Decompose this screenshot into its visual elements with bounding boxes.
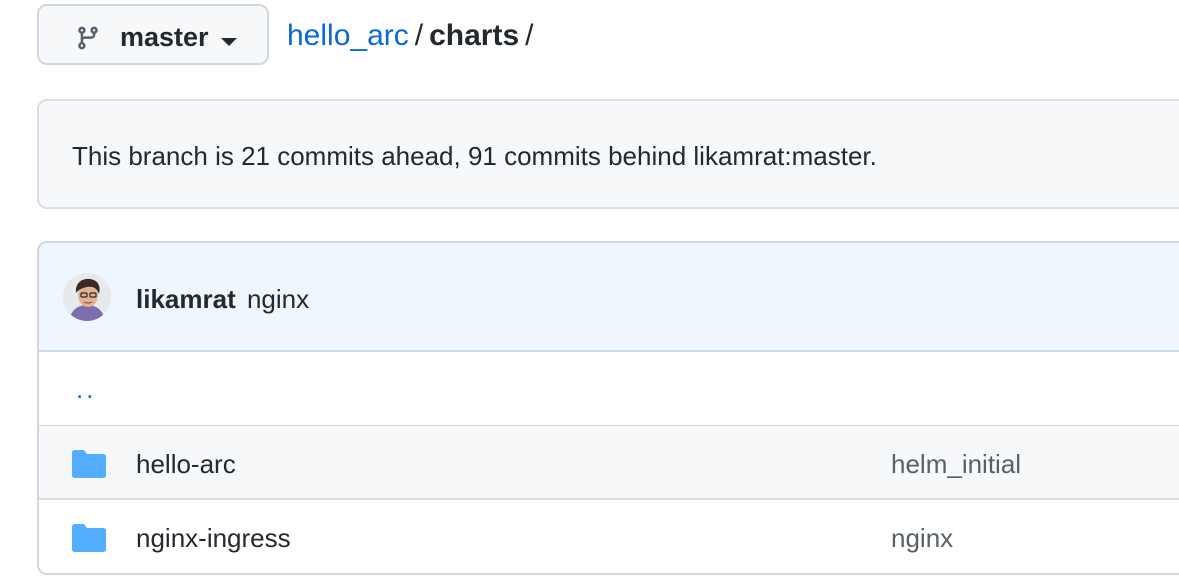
breadcrumb-current-folder: charts [429,19,520,52]
file-browser-page: master hello_arc / charts / This branch is … [0,0,1179,588]
branch-name-label: master [120,22,209,52]
breadcrumb: hello_arc / charts / [287,18,539,54]
file-name-link[interactable]: nginx-ingress [136,523,291,553]
avatar[interactable] [63,273,111,321]
file-name-link[interactable]: hello-arc [136,449,236,479]
parent-directory-link[interactable]: .. [76,374,96,405]
commit-author-link[interactable]: likamrat [136,284,236,314]
file-list: likamrat nginx .. hello-arc helm_initial… [37,241,1179,575]
branch-compare-notice: This branch is 21 commits ahead, 91 comm… [37,99,1179,209]
file-commit-link[interactable]: helm_initial [891,449,1021,479]
commit-message-link[interactable]: nginx [247,284,309,314]
latest-commit-bar: likamrat nginx [39,243,1179,352]
file-row[interactable]: hello-arc helm_initial [39,426,1179,500]
file-row[interactable]: nginx-ingress nginx [39,500,1179,573]
git-branch-icon [78,26,98,50]
folder-icon [72,524,106,552]
folder-icon [72,450,106,478]
latest-commit-text: likamrat nginx [136,284,309,314]
breadcrumb-separator: / [525,19,534,52]
breadcrumb-separator: / [414,19,424,52]
parent-directory-row[interactable]: .. [39,352,1179,426]
breadcrumb-repo-link[interactable]: hello_arc [287,19,409,52]
branch-compare-text: This branch is 21 commits ahead, 91 comm… [72,141,877,171]
caret-down-icon [221,38,237,46]
branch-select-button[interactable]: master [37,4,269,65]
file-commit-link[interactable]: nginx [891,523,953,553]
avatar-image [63,273,111,321]
